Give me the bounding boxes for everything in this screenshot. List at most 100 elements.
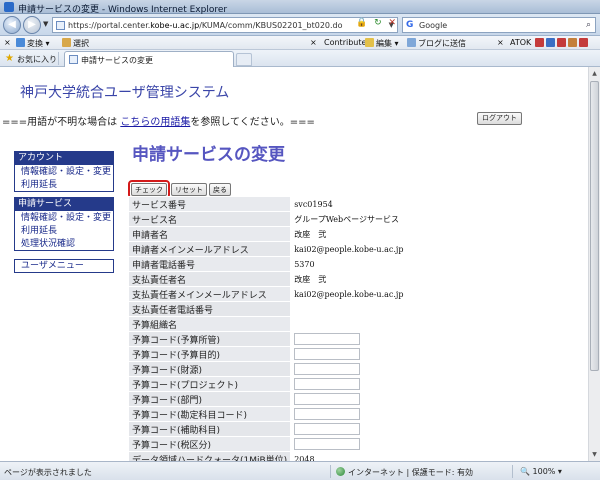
form-row: 予算コード(補助科目)	[127, 421, 484, 437]
budget-code-input[interactable]	[294, 423, 361, 435]
forward-button[interactable]: ▶	[23, 16, 41, 34]
menu-item-service-status[interactable]: 処理状況確認	[15, 237, 113, 250]
select-icon	[62, 38, 71, 47]
form-row-label: 予算コード(部門)	[127, 391, 292, 407]
scroll-thumb[interactable]	[590, 81, 599, 371]
form-row: 予算コード(プロジェクト)	[127, 376, 484, 392]
scroll-down-icon[interactable]: ▼	[590, 450, 599, 459]
lock-icon[interactable]: 🔒	[356, 18, 367, 28]
atok-tool-icon[interactable]	[557, 38, 566, 47]
history-dropdown-icon[interactable]: ▼	[43, 20, 48, 28]
glossary-link[interactable]: こちらの用語集	[120, 117, 190, 128]
select-button[interactable]: 選択	[62, 38, 89, 49]
glossary-suffix: を参照してください。===	[190, 117, 315, 128]
back-button[interactable]: ◀	[3, 16, 21, 34]
scroll-up-icon[interactable]: ▲	[590, 69, 599, 78]
budget-code-input[interactable]	[294, 348, 361, 360]
form-row: 申請者名 改座 弐	[127, 226, 484, 242]
form-row-input-cell	[290, 346, 484, 362]
form-row-input-cell	[290, 331, 484, 347]
back-button-form[interactable]: 戻る	[209, 183, 231, 196]
budget-code-input[interactable]	[294, 378, 361, 390]
menu-group-service: 申請サービス 情報確認・設定・変更 利用延長 処理状況確認	[14, 197, 114, 251]
menu-item-account-info[interactable]: 情報確認・設定・変更	[15, 165, 113, 178]
tab-title: 申請サービスの変更	[81, 56, 153, 65]
form-row-label: 申請者メインメールアドレス	[127, 241, 292, 257]
refresh-icon[interactable]: ↻	[374, 18, 382, 28]
form-row-label: 予算コード(補助科目)	[127, 421, 292, 437]
menu-item-user-menu[interactable]: ユーザメニュー	[14, 259, 114, 273]
convert-button[interactable]: 変換 ▾	[16, 38, 50, 49]
form-row: 予算コード(部門)	[127, 391, 484, 407]
form-row-label: 支払責任者名	[127, 271, 292, 287]
form-row-label: 予算コード(予算目的)	[127, 346, 292, 362]
budget-code-input[interactable]	[294, 333, 361, 345]
blog-post-button[interactable]: ブログに送信	[407, 38, 466, 49]
form-row-label: サービス名	[127, 211, 292, 227]
vertical-scrollbar[interactable]: ▲ ▼	[588, 67, 600, 461]
menu-group-account: アカウント 情報確認・設定・変更 利用延長	[14, 151, 114, 192]
form-row-value: 5370	[290, 256, 484, 272]
form-row-value: 改座 弐	[290, 226, 484, 242]
reset-button[interactable]: リセット	[171, 183, 207, 196]
menu-item-service-extend[interactable]: 利用延長	[15, 224, 113, 237]
budget-code-input[interactable]	[294, 363, 361, 375]
globe-icon	[336, 467, 345, 476]
menu-header-service: 申請サービス	[15, 198, 113, 211]
title-bar: 申請サービスの変更 - Windows Internet Explorer	[0, 0, 600, 15]
url-input[interactable]: https://portal.center.kobe-u.ac.jp/KUMA/…	[52, 17, 398, 33]
logout-button[interactable]: ログアウト	[477, 112, 522, 125]
form-row: サービス名 グループWebページサービス	[127, 211, 484, 227]
menu-item-service-info[interactable]: 情報確認・設定・変更	[15, 211, 113, 224]
check-button[interactable]: チェック	[131, 183, 167, 196]
favorites-button[interactable]: お気に入り	[17, 54, 57, 65]
search-input[interactable]: G Google ⌕	[402, 17, 596, 33]
divider	[512, 465, 513, 478]
url-text: https://portal.center.kobe-u.ac.jp/KUMA/…	[68, 21, 343, 30]
form-row-input-cell	[290, 391, 484, 407]
form-row-label: 支払責任者メインメールアドレス	[127, 286, 292, 302]
new-tab-button[interactable]	[236, 53, 252, 66]
form-row: 予算組織名	[127, 316, 484, 332]
budget-code-input[interactable]	[294, 438, 361, 450]
form-row: 支払責任者電話番号	[127, 301, 484, 317]
menu-item-account-extend[interactable]: 利用延長	[15, 178, 113, 191]
internet-zone[interactable]: インターネット | 保護モード: 有効	[336, 467, 473, 478]
form-row: 予算コード(税区分)	[127, 436, 484, 452]
stop-icon[interactable]: ✕	[389, 18, 397, 28]
divider	[330, 465, 331, 478]
budget-code-input[interactable]	[294, 393, 361, 405]
form-row-label: データ領域ハードクォータ(1MiB単位)	[127, 451, 292, 461]
form-row: サービス番号 svc01954	[127, 196, 484, 212]
form-row: 申請者電話番号 5370	[127, 256, 484, 272]
atok-tool-icon[interactable]	[579, 38, 588, 47]
form-row-label: 支払責任者電話番号	[127, 301, 292, 317]
zoom-level[interactable]: 🔍 100% ▾	[520, 467, 562, 476]
form-row-label: 予算コード(プロジェクト)	[127, 376, 292, 392]
toolbar-close-icon[interactable]: ×	[4, 38, 11, 47]
favorites-star-icon[interactable]: ★	[5, 53, 14, 64]
service-form-table: サービス番号 svc01954 サービス名 グループWebページサービス 申請者名 改座 …	[127, 196, 484, 461]
search-icon[interactable]: ⌕	[586, 20, 591, 30]
budget-code-input[interactable]	[294, 408, 361, 420]
atok-button[interactable]: ATOK	[510, 38, 531, 47]
form-row-input-cell	[290, 406, 484, 422]
atok-tool-icon[interactable]	[568, 38, 577, 47]
toolbar-close-icon-2[interactable]: ×	[310, 38, 317, 47]
browser-tab[interactable]: 申請サービスの変更	[64, 51, 234, 67]
form-row: 申請者メインメールアドレス kai02@people.kobe-u.ac.jp	[127, 241, 484, 257]
form-row: 予算コード(財源)	[127, 361, 484, 377]
form-row-value	[290, 301, 484, 317]
contribute-button[interactable]: Contribute	[324, 38, 366, 47]
form-row: 支払責任者メインメールアドレス kai02@people.kobe-u.ac.jp	[127, 286, 484, 302]
atok-tool-icon[interactable]	[535, 38, 544, 47]
atok-tool-icons[interactable]	[535, 38, 590, 48]
atok-tool-icon[interactable]	[546, 38, 555, 47]
toolbar-close-icon-3[interactable]: ×	[497, 38, 504, 47]
form-row-label: サービス番号	[127, 196, 292, 212]
system-title: 神戸大学統合ユーザ管理システム	[20, 85, 230, 101]
edit-button[interactable]: 編集 ▾	[365, 38, 399, 49]
form-row-value: グループWebページサービス	[290, 211, 484, 227]
status-message: ページが表示されました	[4, 468, 92, 477]
glossary-prefix: ===用語が不明な場合は	[2, 117, 118, 128]
